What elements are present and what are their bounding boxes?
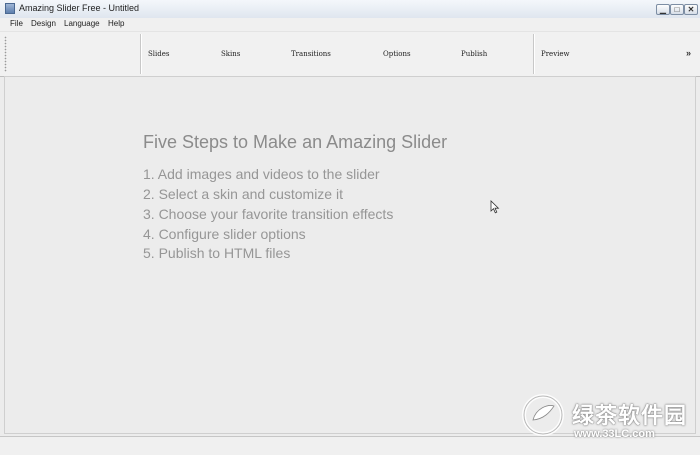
menu-bar: File Design Language Help [0,18,700,31]
step-item: 4. Configure slider options [143,226,306,242]
watermark-text: 绿茶软件园 [572,403,688,428]
window-title: Amazing Slider Free - Untitled [19,3,140,13]
close-button[interactable]: ✕ [684,4,698,15]
tab-skins[interactable]: Skins [221,50,240,58]
menu-file[interactable]: File [10,19,23,28]
tab-slides[interactable]: Slides [148,50,170,58]
tab-preview[interactable]: Preview [541,50,570,58]
app-icon [5,3,15,14]
app-window: Amazing Slider Free - Untitled ▁ □ ✕ Fil… [0,0,700,455]
toolbar-overflow-button[interactable]: » [686,48,691,58]
toolbar-separator [533,34,534,74]
maximize-button[interactable]: □ [670,4,684,15]
watermark-url: www.33LC.com [574,428,655,440]
green-tea-logo-icon [522,394,564,436]
menu-language[interactable]: Language [64,19,100,28]
toolbar: Slides Skins Transitions Options Publish… [0,31,700,77]
step-item: 5. Publish to HTML files [143,245,291,261]
minimize-button[interactable]: ▁ [656,4,670,15]
toolbar-grip-icon[interactable] [4,36,7,72]
menu-help[interactable]: Help [108,19,124,28]
step-item: 1. Add images and videos to the slider [143,166,380,182]
tab-transitions[interactable]: Transitions [291,50,331,58]
page-title: Five Steps to Make an Amazing Slider [143,132,448,152]
step-item: 2. Select a skin and customize it [143,186,343,202]
menu-design[interactable]: Design [31,19,56,28]
step-item: 3. Choose your favorite transition effec… [143,206,394,222]
main-content-area [4,76,696,434]
tab-options[interactable]: Options [383,50,411,58]
toolbar-separator [140,34,141,74]
title-bar[interactable]: Amazing Slider Free - Untitled ▁ □ ✕ [0,0,700,19]
tab-publish[interactable]: Publish [461,50,487,58]
mouse-cursor-icon [490,200,500,214]
